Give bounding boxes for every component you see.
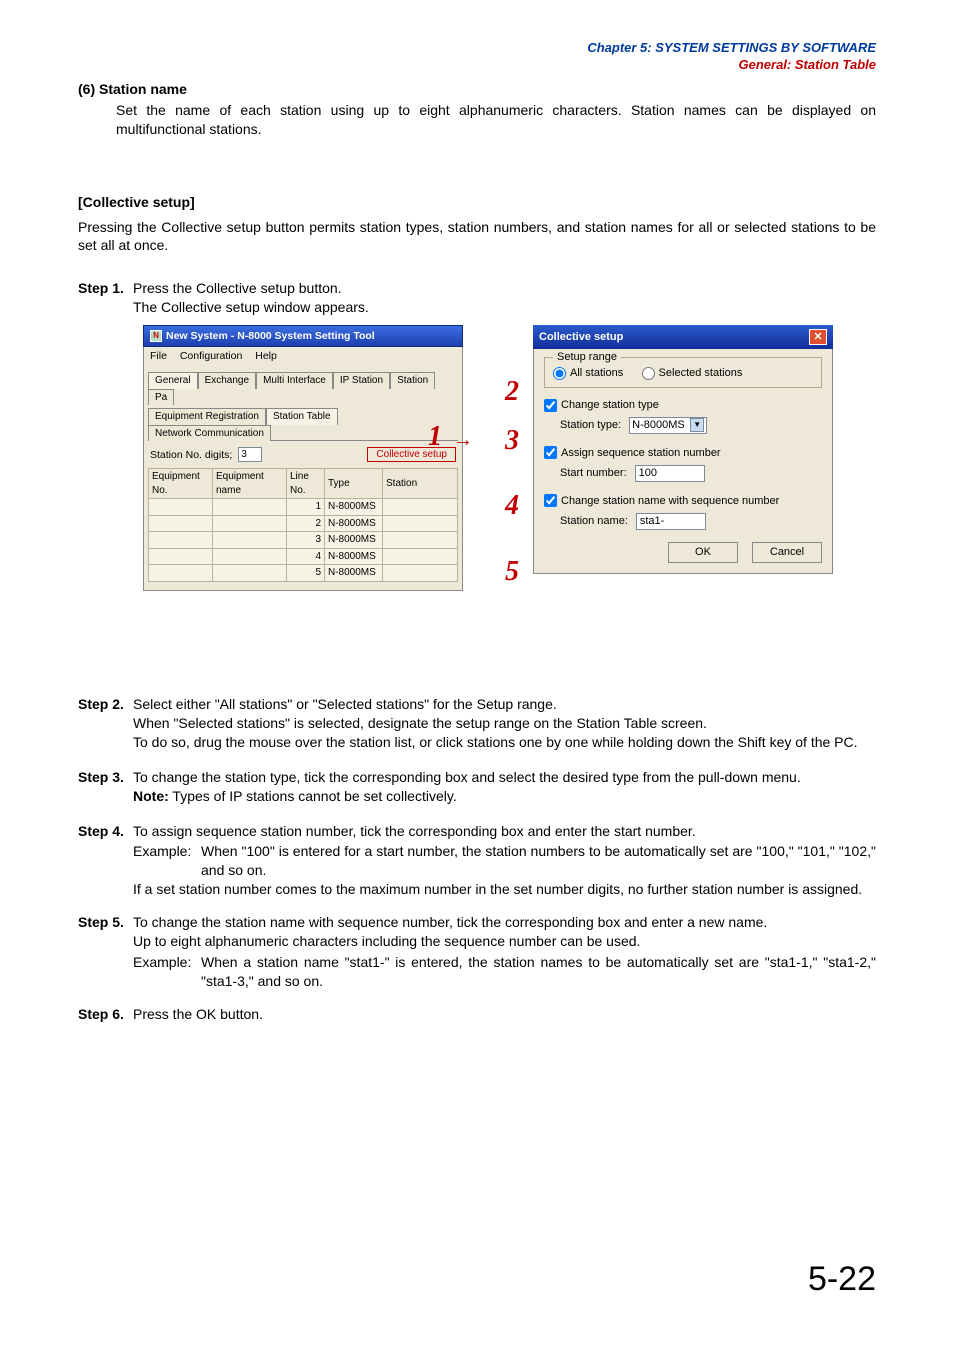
close-icon[interactable]: ✕ (809, 329, 827, 345)
step3-note-label: Note: (133, 788, 169, 804)
menu-help[interactable]: Help (255, 350, 277, 362)
step4-label: Step 4. (78, 822, 133, 841)
radio-all-stations[interactable]: All stations (553, 367, 623, 379)
collective-intro: Pressing the Collective setup button per… (78, 218, 876, 256)
tab-exchange[interactable]: Exchange (198, 372, 256, 389)
sub-tab-strip: Equipment RegistrationStation TableNetwo… (148, 407, 458, 441)
station-type-label: Station type: (560, 418, 621, 433)
header-chapter: Chapter 5: SYSTEM SETTINGS BY SOFTWARE (587, 40, 876, 57)
step5-label: Step 5. (78, 913, 133, 951)
collective-setup-dialog: Collective setup ✕ Setup range All stati… (533, 325, 833, 573)
col-station: Station (383, 469, 458, 499)
chevron-down-icon: ▼ (690, 418, 704, 432)
start-number-label: Start number: (560, 466, 627, 481)
checkbox-change-station-type[interactable]: Change station type (544, 399, 659, 411)
step4-line2: If a set station number comes to the max… (133, 880, 876, 899)
main-tab-strip: GeneralExchangeMulti InterfaceIP Station… (148, 371, 458, 404)
callout-number-2: 2 (505, 373, 519, 411)
menu-file[interactable]: File (150, 350, 167, 362)
digits-label: Station No. digits; (150, 448, 232, 462)
subtab-network-communication[interactable]: Network Communication (148, 425, 271, 442)
section-6-title: (6) Station name (78, 80, 876, 99)
dialog-titlebar: Collective setup ✕ (533, 325, 833, 349)
col-line-no: Line No. (287, 469, 325, 499)
step5-example-label: Example: (133, 953, 201, 991)
step4-example-body: When "100" is entered for a start number… (201, 842, 876, 880)
step3-line1: To change the station type, tick the cor… (133, 768, 876, 787)
step5-line2: Up to eight alphanumeric characters incl… (133, 932, 876, 951)
station-type-dropdown[interactable]: N-8000MS ▼ (629, 417, 707, 434)
step4-example-label: Example: (133, 842, 201, 880)
setup-range-group: Setup range All stations Selected statio… (544, 357, 822, 388)
step4-line1: To assign sequence station number, tick … (133, 822, 876, 841)
step1-label: Step 1. (78, 279, 133, 317)
dialog-title-text: Collective setup (539, 330, 623, 345)
tab-station[interactable]: Station (390, 372, 435, 389)
subtab-equip-registration[interactable]: Equipment Registration (148, 408, 266, 425)
station-name-input[interactable] (636, 513, 706, 530)
step5-example-body: When a station name "stat1-" is entered,… (201, 953, 876, 991)
collective-heading: [Collective setup] (78, 193, 876, 212)
page-number: 5-22 (808, 1260, 876, 1299)
station-no-digits-input[interactable] (238, 447, 262, 462)
menubar: File Configuration Help (143, 347, 463, 365)
window-title-text: New System - N-8000 System Setting Tool (166, 329, 375, 343)
app-icon: N (150, 330, 162, 342)
setup-range-legend: Setup range (553, 350, 621, 365)
tab-general[interactable]: General (148, 372, 198, 389)
table-row[interactable]: 5N-8000MS (149, 565, 458, 582)
cancel-button[interactable]: Cancel (752, 542, 822, 563)
callout-number-1: 1 (428, 418, 442, 456)
radio-selected-stations[interactable]: Selected stations (642, 367, 743, 379)
checkbox-assign-sequence-number[interactable]: Assign sequence station number (544, 447, 721, 459)
step6-line1: Press the OK button. (133, 1005, 876, 1024)
step3-label: Step 3. (78, 768, 133, 806)
header-subtitle: General: Station Table (587, 57, 876, 74)
collective-setup-button[interactable]: Collective setup (367, 447, 456, 462)
callout-number-4: 4 (505, 487, 519, 525)
screenshots-area: N New System - N-8000 System Setting Too… (133, 325, 873, 675)
station-name-label: Station name: (560, 514, 628, 529)
step2-line2: When "Selected stations" is selected, de… (133, 714, 876, 733)
step3-note-body: Types of IP stations cannot be set colle… (169, 788, 457, 804)
tab-pa[interactable]: Pa (148, 389, 174, 406)
table-row[interactable]: 3N-8000MS (149, 532, 458, 549)
arrow-icon: → (453, 427, 473, 454)
menu-configuration[interactable]: Configuration (180, 350, 242, 362)
callout-number-5: 5 (505, 553, 519, 591)
step2-line3: To do so, drug the mouse over the statio… (133, 733, 876, 752)
section-6-body: Set the name of each station using up to… (116, 101, 876, 139)
table-row[interactable]: 2N-8000MS (149, 515, 458, 532)
step1-line1: Press the Collective setup button. (133, 279, 876, 298)
station-table: Equipment No. Equipment name Line No. Ty… (148, 468, 458, 582)
start-number-input[interactable] (635, 465, 705, 482)
step2-label: Step 2. (78, 695, 133, 752)
setting-tool-window: N New System - N-8000 System Setting Too… (143, 325, 463, 591)
tab-multi-interface[interactable]: Multi Interface (256, 372, 333, 389)
step2-line1: Select either "All stations" or "Selecte… (133, 695, 876, 714)
window-titlebar: N New System - N-8000 System Setting Too… (143, 325, 463, 347)
table-row[interactable]: 4N-8000MS (149, 548, 458, 565)
col-equipment-no: Equipment No. (149, 469, 213, 499)
callout-number-3: 3 (505, 422, 519, 460)
table-row[interactable]: 1N-8000MS (149, 499, 458, 516)
step5-line1: To change the station name with sequence… (133, 913, 876, 932)
col-type: Type (325, 469, 383, 499)
tab-ip-station[interactable]: IP Station (333, 372, 390, 389)
col-equipment-name: Equipment name (213, 469, 287, 499)
step1-line2: The Collective setup window appears. (133, 298, 876, 317)
subtab-station-table[interactable]: Station Table (266, 408, 338, 425)
step6-label: Step 6. (78, 1005, 133, 1024)
ok-button[interactable]: OK (668, 542, 738, 563)
checkbox-change-station-name[interactable]: Change station name with sequence number (544, 495, 779, 507)
